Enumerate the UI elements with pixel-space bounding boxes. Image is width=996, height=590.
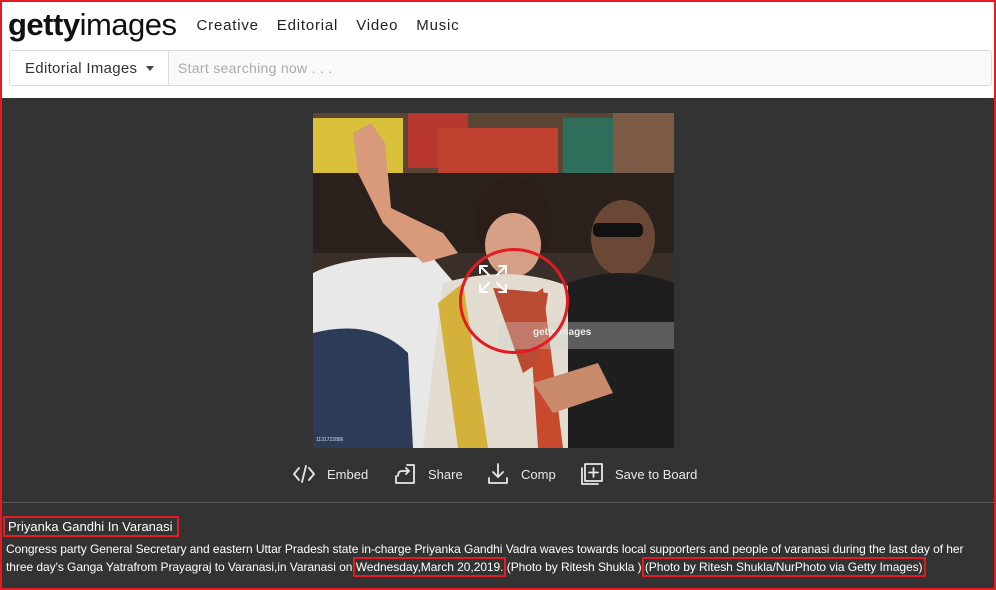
category-dropdown[interactable]: Editorial Images — [10, 51, 169, 85]
caption-body: Congress party General Secretary and eas… — [6, 540, 990, 577]
divider — [2, 502, 994, 503]
caption-title: Priyanka Gandhi In Varanasi — [3, 516, 179, 537]
nav-music[interactable]: Music — [416, 17, 459, 34]
gettyimages-logo[interactable]: getty images — [8, 7, 177, 43]
photo-actions: Embed Share Comp Save to Board — [0, 462, 996, 486]
nav-video[interactable]: Video — [356, 17, 398, 34]
photo-id-label: 1131722886 — [316, 437, 344, 443]
category-dropdown-label: Editorial Images — [25, 59, 138, 77]
search-bar: Editorial Images — [9, 50, 992, 86]
caption-line-2a: three day's Ganga Yatrafrom Prayagraj to… — [6, 560, 356, 574]
caption-line-2b: (Photo by Ritesh Shukla ) — [503, 560, 645, 574]
editorial-photo[interactable]: gettyimages 1131722886 — [313, 113, 674, 448]
caption-date: Wednesday,March 20,2019. — [352, 557, 507, 577]
caption-credit: (Photo by Ritesh Shukla/NurPhoto via Get… — [641, 557, 926, 577]
caption-line-1: Congress party General Secretary and eas… — [6, 542, 964, 556]
comp-label: Comp — [521, 466, 556, 482]
embed-label: Embed — [327, 466, 369, 482]
comp-button[interactable]: Comp — [486, 462, 556, 486]
nav-editorial[interactable]: Editorial — [277, 17, 338, 34]
chevron-down-icon — [146, 65, 155, 71]
download-icon — [488, 463, 508, 484]
logo-light-text: images — [79, 7, 177, 42]
save-to-board-button[interactable]: Save to Board — [580, 462, 697, 486]
share-label: Share — [428, 466, 463, 482]
expand-icon[interactable] — [477, 263, 509, 295]
share-icon — [395, 464, 415, 484]
embed-button[interactable]: Embed — [292, 462, 368, 486]
top-bar: getty images Creative Editorial Video Mus… — [2, 2, 994, 48]
add-board-icon — [581, 463, 603, 485]
main-nav: Creative Editorial Video Music — [197, 17, 460, 34]
logo-bold-text: getty — [8, 7, 80, 42]
search-input[interactable] — [169, 51, 991, 85]
code-icon — [293, 465, 315, 483]
save-to-board-label: Save to Board — [615, 466, 698, 482]
nav-creative[interactable]: Creative — [197, 17, 259, 34]
share-button[interactable]: Share — [393, 462, 463, 486]
expand-highlight-circle — [459, 248, 569, 354]
